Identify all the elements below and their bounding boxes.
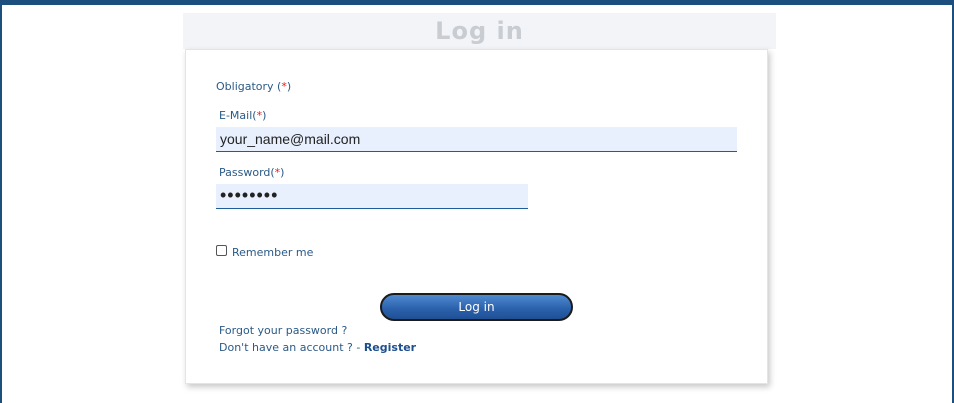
login-button[interactable]: Log in [380,293,573,321]
forgot-password-link[interactable]: Forgot your password ? [219,324,347,337]
register-link[interactable]: Register [364,341,416,354]
obligatory-note: Obligatory (*) [216,80,291,93]
password-field[interactable]: •••••••• [216,184,528,209]
obligatory-text: Obligatory ( [216,80,282,93]
email-label-close: ) [262,109,267,122]
email-label: E-Mail(*) [219,109,266,122]
remember-me-label[interactable]: Remember me [232,246,313,259]
remember-me-checkbox[interactable] [216,245,227,256]
password-label-text: Password( [219,166,275,179]
password-label-close: ) [280,166,285,179]
no-account-text: Don't have an account ? - [219,341,364,354]
obligatory-close: ) [286,80,292,93]
email-label-text: E-Mail( [219,109,257,122]
register-line: Don't have an account ? - Register [219,341,416,354]
email-field[interactable] [216,127,737,152]
password-label: Password(*) [219,166,284,179]
page-title: Log in [435,17,524,45]
